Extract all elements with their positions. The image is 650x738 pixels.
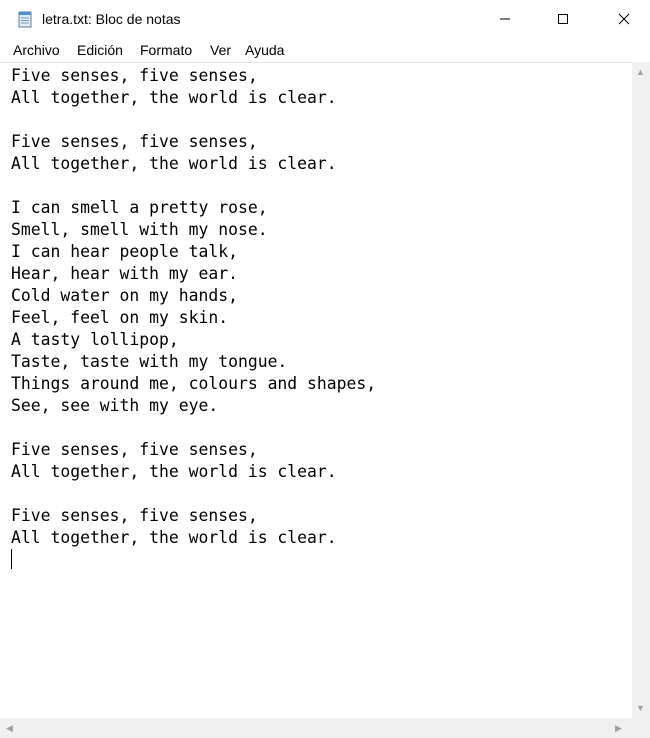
editor-content: Five senses, five senses, All together, …	[11, 66, 377, 547]
menu-bar: Archivo Edición Formato Ver Ayuda	[0, 38, 650, 62]
notepad-window: letra.txt: Bloc de notas Archivo Edición…	[0, 0, 650, 738]
menu-archivo[interactable]: Archivo	[13, 41, 60, 59]
title-bar[interactable]: letra.txt: Bloc de notas	[0, 0, 650, 38]
menu-formato[interactable]: Formato	[140, 41, 192, 59]
scroll-down-icon[interactable]: ▼	[636, 703, 645, 713]
text-editor[interactable]: Five senses, five senses, All together, …	[0, 62, 632, 718]
minimize-button[interactable]	[482, 0, 528, 38]
menu-edicion[interactable]: Edición	[77, 41, 123, 59]
close-button[interactable]	[598, 0, 650, 38]
menu-ver[interactable]: Ver	[210, 41, 231, 59]
scrollbar-corner	[632, 718, 650, 738]
menu-ayuda[interactable]: Ayuda	[245, 41, 284, 59]
window-title: letra.txt: Bloc de notas	[42, 11, 181, 27]
maximize-button[interactable]	[540, 0, 586, 38]
close-icon	[618, 13, 630, 25]
scroll-right-icon[interactable]: ▶	[615, 723, 622, 733]
horizontal-scrollbar[interactable]: ◀ ▶	[0, 718, 632, 738]
vertical-scrollbar[interactable]: ▲ ▼	[632, 62, 650, 718]
scroll-left-icon[interactable]: ◀	[6, 723, 13, 733]
maximize-icon	[558, 14, 568, 24]
minimize-icon	[500, 18, 510, 20]
notepad-icon	[16, 10, 34, 28]
text-caret	[11, 549, 12, 569]
scroll-up-icon[interactable]: ▲	[636, 67, 645, 77]
